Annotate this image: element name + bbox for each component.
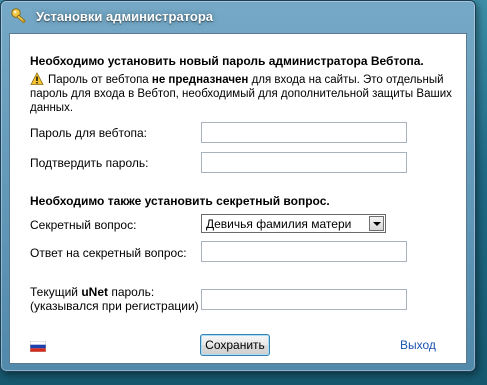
unet-bold: uNet <box>81 285 108 299</box>
warning-text-bold: не предназначен <box>151 74 249 86</box>
unet-label-line: Текущий uNet пароль: <box>30 285 199 299</box>
exit-link[interactable]: Выход <box>400 338 436 352</box>
unet-suffix: пароль: <box>108 285 155 299</box>
password-label: Пароль для вебтопа: <box>30 126 147 140</box>
secret-answer-label: Ответ на секретный вопрос: <box>30 246 187 260</box>
unet-password-label: Текущий uNet пароль: (указывался при рег… <box>30 285 199 313</box>
title-bar[interactable]: Установки администратора <box>1 1 475 31</box>
chevron-down-icon[interactable] <box>369 216 384 231</box>
warning-line-1: Пароль от вебтопа не предназначен для вх… <box>48 73 458 87</box>
secret-section-heading: Необходимо также установить секретный во… <box>30 194 330 208</box>
secret-question-value: Девичья фамилия матери <box>206 216 352 231</box>
warning-text-rest: для входа на сайты. Это отдельный <box>248 74 444 86</box>
secret-question-label: Секретный вопрос: <box>30 218 137 232</box>
dialog-body: Необходимо установить новый пароль админ… <box>9 33 467 364</box>
secret-question-select[interactable]: Девичья фамилия матери <box>201 214 386 233</box>
password-input[interactable] <box>201 122 407 143</box>
unet-prefix: Текущий <box>30 285 82 299</box>
secret-answer-input[interactable] <box>201 241 407 262</box>
warning-icon <box>30 72 44 86</box>
warning-text-prefix: Пароль от вебтопа <box>48 74 152 86</box>
unet-password-input[interactable] <box>201 289 407 310</box>
russian-flag-icon[interactable] <box>29 340 47 353</box>
warning-line-3: данных. <box>30 102 74 114</box>
unet-hint: (указывался при регистрации) <box>30 299 199 313</box>
confirm-password-label: Подтвердить пароль: <box>30 156 149 170</box>
warning-line-2: пароль для входа в Вебтоп, необходимый д… <box>30 88 452 100</box>
password-section-heading: Необходимо установить новый пароль админ… <box>30 54 424 68</box>
dialog-window: Установки администратора Необходимо уста… <box>0 0 476 372</box>
save-button[interactable]: Сохранить <box>200 334 270 356</box>
confirm-password-input[interactable] <box>201 152 407 173</box>
window-title: Установки администратора <box>36 8 213 24</box>
key-icon <box>10 6 30 26</box>
